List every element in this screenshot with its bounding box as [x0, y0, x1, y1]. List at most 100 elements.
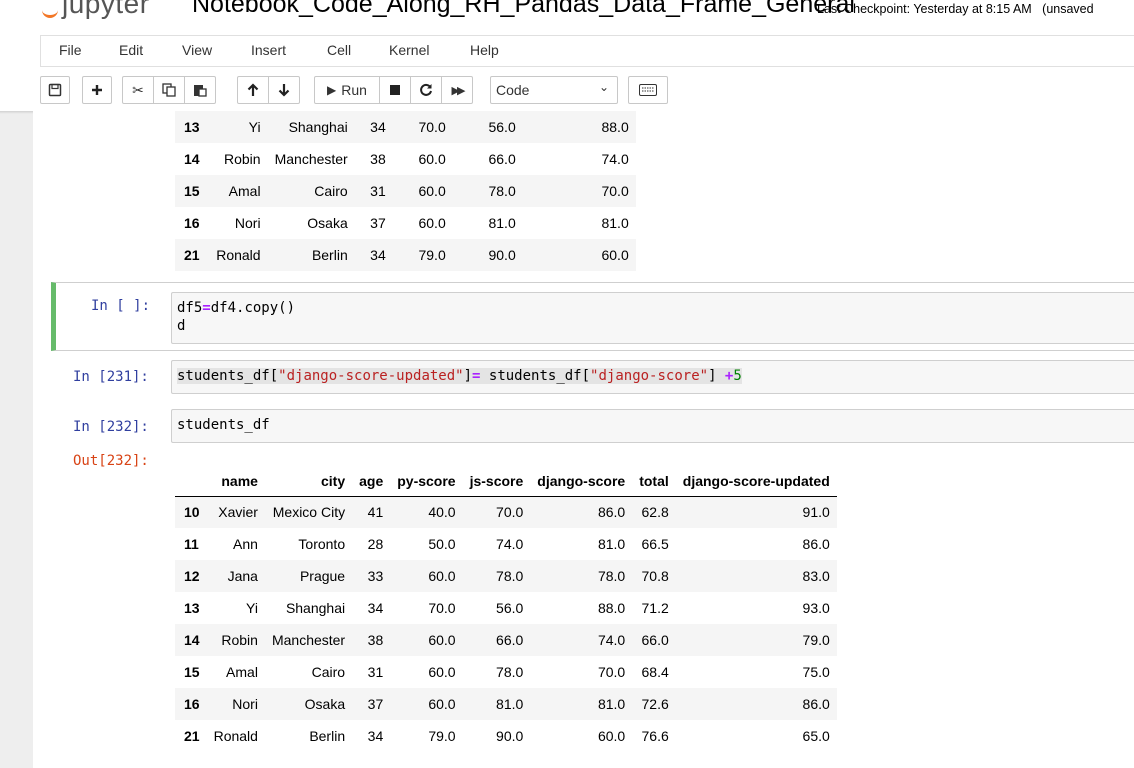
table-row: 16 Nori Osaka 37 60.0 81.0 81.0 [175, 207, 636, 239]
table-cell: 70.0 [601, 183, 629, 199]
table-cell: Xavier [218, 504, 258, 521]
table-cell: 81.0 [496, 696, 524, 712]
menu-view[interactable]: View [182, 42, 212, 58]
cell-type-select[interactable]: Code ⌄ [490, 76, 618, 104]
interrupt-button[interactable] [379, 76, 411, 104]
table-cell: 37 [367, 696, 384, 712]
run-button[interactable]: ▶ Run [314, 76, 380, 104]
restart-button[interactable] [410, 76, 442, 104]
notebook-name[interactable]: Notebook_Code_Along_RH_Pandas_Data_Frame… [192, 0, 855, 19]
table-cell: 88.0 [601, 119, 629, 135]
code-input-df5[interactable]: df5=df4.copy() d [171, 292, 1134, 344]
table-cell: 75.0 [802, 664, 830, 680]
dataframe-table-top: 13 Yi Shanghai 34 70.0 56.0 88.0 14 Robin Manches… [175, 111, 636, 271]
insert-cell-button[interactable] [82, 76, 112, 104]
checkpoint-status: Last Checkpoint: Yesterday at 8:15 AM (u… [817, 2, 1094, 16]
column-header: django-score-updated [675, 466, 837, 497]
save-button[interactable] [40, 76, 70, 104]
row-index: 14 [184, 151, 200, 167]
table-cell: 56.0 [488, 119, 516, 135]
table-cell: Nori [234, 215, 261, 231]
dataframe-table-output: name city age py-score js-score django-score t… [175, 466, 837, 752]
menu-edit[interactable]: Edit [119, 42, 143, 58]
table-cell: 37 [370, 215, 386, 231]
table-cell: Yi [246, 600, 258, 616]
menu-kernel[interactable]: Kernel [389, 42, 429, 58]
menu-bar: File Edit View Insert Cell Kernel Help [40, 35, 1134, 67]
menu-cell[interactable]: Cell [327, 42, 351, 58]
table-row: 15 Amal Cairo 31 60.0 78.0 70.0 68.4 75.0 [175, 656, 837, 688]
column-header: js-score [462, 466, 531, 497]
run-all-button[interactable]: ▶▶ [441, 76, 473, 104]
table-cell: 83.0 [802, 568, 830, 584]
code-input-students-df[interactable]: students_df [171, 409, 1134, 443]
code-token: ] [463, 368, 473, 384]
table-cell: 66.0 [496, 632, 524, 648]
command-palette-button[interactable] [628, 76, 668, 104]
table-cell: Amal [228, 183, 261, 199]
table-cell: 86.0 [802, 536, 830, 552]
copy-button[interactable] [153, 76, 185, 104]
table-cell: Manchester [274, 151, 348, 167]
table-cell: 74.0 [496, 536, 524, 552]
row-index: 15 [184, 664, 200, 680]
column-header: city [264, 466, 353, 497]
table-cell: Prague [299, 568, 346, 584]
jupyter-logo[interactable]: jupyter [62, 0, 150, 20]
arrow-up-icon [247, 83, 259, 96]
cut-icon: ✂ [132, 81, 144, 98]
table-row: 16 Nori Osaka 37 60.0 81.0 81.0 72.6 86.0 [175, 688, 837, 720]
table-cell: 79.0 [802, 632, 830, 648]
menu-file[interactable]: File [59, 42, 82, 58]
table-cell: 34 [370, 119, 386, 135]
table-cell: 81.0 [488, 215, 516, 231]
table-cell: 78.0 [496, 568, 524, 584]
table-cell: 60.0 [418, 183, 446, 199]
code-token: students_df [177, 417, 270, 433]
column-header: py-score [390, 466, 463, 497]
code-token: ] [708, 368, 725, 384]
column-header: total [632, 466, 676, 497]
output-prompt: Out[232]: [73, 453, 149, 469]
cut-button[interactable]: ✂ [122, 76, 154, 104]
menu-help[interactable]: Help [470, 42, 499, 58]
code-line: students_df["django-score-updated"]= stu… [177, 368, 742, 384]
code-token: = [202, 300, 211, 316]
table-cell: 78.0 [496, 664, 524, 680]
table-cell: Berlin [311, 247, 348, 263]
table-cell: 66.0 [488, 151, 516, 167]
table-cell: 60.0 [418, 215, 446, 231]
row-index: 21 [184, 728, 200, 744]
code-token: students_df[ [177, 368, 279, 384]
row-index: 15 [184, 183, 200, 199]
column-header: age [352, 466, 391, 497]
notebook-header: jupyter Notebook_Code_Along_RH_Pandas_Da… [0, 0, 1134, 111]
notebook-page: 13 Yi Shanghai 34 70.0 56.0 88.0 14 Robin Manches… [33, 111, 1134, 768]
row-index: 14 [184, 632, 200, 648]
table-cell: 66.5 [641, 536, 669, 552]
column-header [175, 466, 207, 497]
table-row: 14 Robin Manchester 38 60.0 66.0 74.0 [175, 143, 636, 175]
paste-button[interactable] [184, 76, 216, 104]
table-cell: Ronald [213, 728, 258, 744]
move-group [237, 76, 300, 104]
code-input-django-update[interactable]: students_df["django-score-updated"]= stu… [171, 360, 1134, 394]
table-row: 13 Yi Shanghai 34 70.0 56.0 88.0 [175, 111, 636, 143]
unsaved-text: (unsaved [1042, 2, 1094, 16]
table-cell: 31 [370, 183, 386, 199]
table-row: 12 Jana Prague 33 60.0 78.0 78.0 70.8 83.0 [175, 560, 837, 592]
table-cell: 91.0 [802, 504, 830, 521]
cell-type-value: Code [496, 82, 530, 98]
row-index: 12 [184, 568, 200, 584]
table-cell: 72.6 [641, 696, 669, 712]
table-cell: 34 [370, 247, 386, 263]
table-cell: 70.0 [418, 119, 446, 135]
table-cell: 78.0 [488, 183, 516, 199]
move-down-button[interactable] [268, 76, 300, 104]
move-up-button[interactable] [237, 76, 269, 104]
menu-insert[interactable]: Insert [251, 42, 286, 58]
table-cell: Ann [233, 536, 258, 552]
code-token: df4.copy() [210, 300, 296, 316]
table-cell: Robin [221, 632, 258, 648]
table-cell: 81.0 [601, 215, 629, 231]
